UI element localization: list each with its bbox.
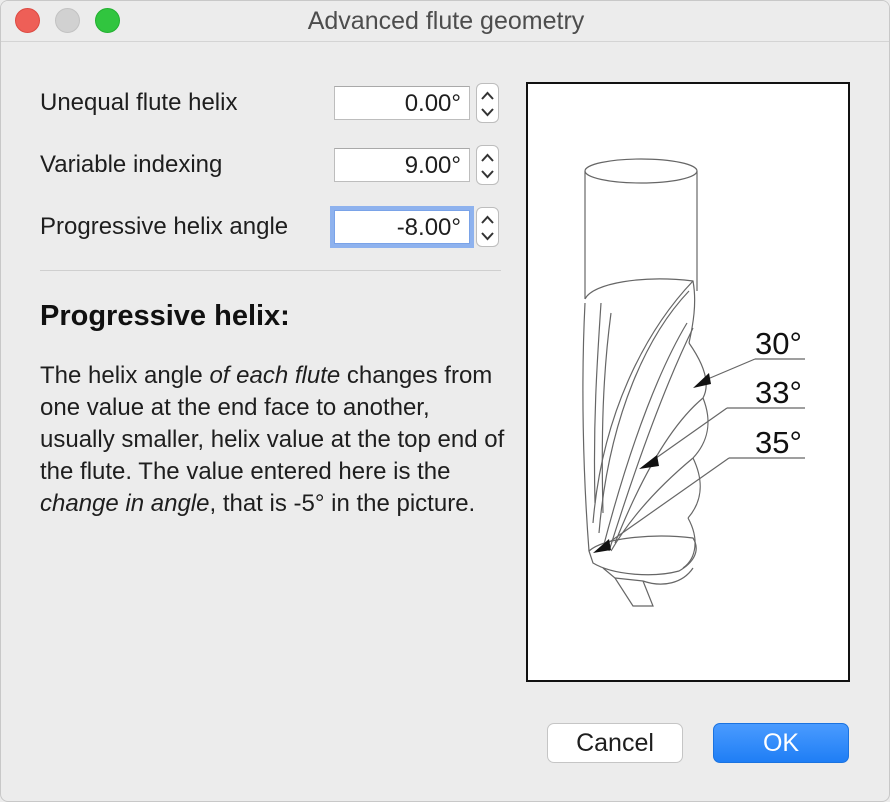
help-text-emphasis: of each flute xyxy=(209,362,341,389)
chevron-down-icon[interactable] xyxy=(480,231,495,241)
end-mill-drawing: 30° 33° 35° xyxy=(582,158,805,607)
progressive-helix-angle-label: Progressive helix angle xyxy=(40,213,289,240)
chevron-down-icon[interactable] xyxy=(480,169,495,179)
chevron-down-icon[interactable] xyxy=(480,107,495,117)
dialog-window: Advanced flute geometry Unequal flute he… xyxy=(0,0,890,802)
progressive-helix-angle-input[interactable]: -8.00° xyxy=(334,210,470,244)
section-divider xyxy=(40,270,501,271)
chevron-up-icon[interactable] xyxy=(480,91,495,101)
progressive-helix-angle-stepper[interactable] xyxy=(476,207,499,247)
angle-label-35: 35° xyxy=(755,425,802,460)
chevron-up-icon[interactable] xyxy=(480,215,495,225)
variable-indexing-label: Variable indexing xyxy=(40,151,223,178)
help-text-part: , that is -5° in the picture. xyxy=(209,490,476,517)
angle-label-30: 30° xyxy=(755,326,802,361)
variable-indexing-stepper[interactable] xyxy=(476,145,499,185)
unequal-flute-helix-label: Unequal flute helix xyxy=(40,89,238,116)
help-title: Progressive helix: xyxy=(40,300,290,332)
help-text-emphasis: change in angle xyxy=(40,490,210,517)
ok-button[interactable]: OK xyxy=(713,723,849,763)
unequal-flute-helix-input[interactable]: 0.00° xyxy=(334,86,470,120)
chevron-up-icon[interactable] xyxy=(480,153,495,163)
help-text: The helix angle of each flute changes fr… xyxy=(40,360,510,520)
angle-label-33: 33° xyxy=(755,375,802,410)
cancel-button[interactable]: Cancel xyxy=(547,723,683,763)
variable-indexing-input[interactable]: 9.00° xyxy=(334,148,470,182)
end-mill-illustration: 30° 33° 35° xyxy=(526,82,850,682)
help-text-part: The helix angle xyxy=(40,362,210,389)
window-title: Advanced flute geometry xyxy=(307,7,585,35)
title-bar: Advanced flute geometry xyxy=(1,1,889,42)
unequal-flute-helix-stepper[interactable] xyxy=(476,83,499,123)
